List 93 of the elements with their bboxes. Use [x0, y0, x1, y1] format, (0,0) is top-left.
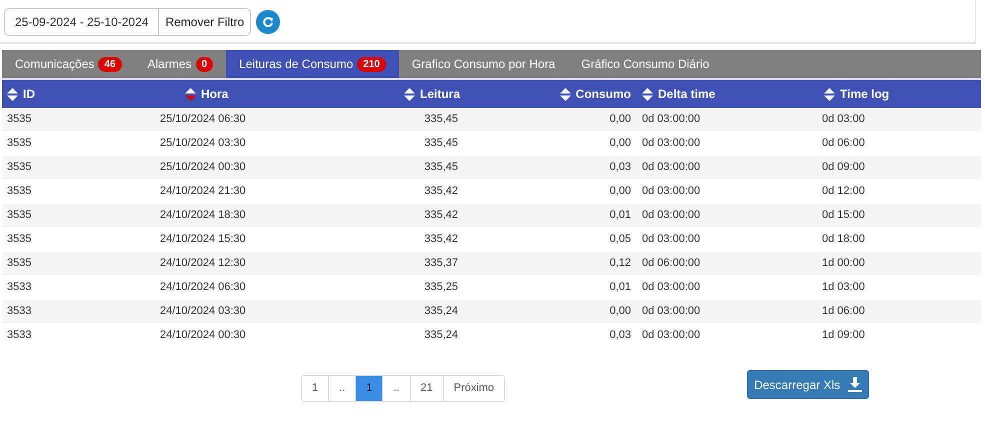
- table-cell: 25/10/2024 03:30: [160, 137, 246, 150]
- table-cell: 3535: [7, 257, 32, 270]
- tab-label[interactable]: Gráfico Consumo Diário: [581, 55, 710, 73]
- table-cell: 335,42: [424, 185, 458, 198]
- page-button[interactable]: Próximo: [442, 376, 504, 401]
- sort-icon[interactable]: [642, 88, 653, 100]
- sort-icon[interactable]: [824, 88, 835, 100]
- table-cell: 0,05: [610, 233, 631, 246]
- table-cell: 3535: [7, 113, 32, 126]
- table-cell: 0d 03:00:00: [642, 281, 700, 294]
- column-header[interactable]: Hora: [201, 85, 228, 103]
- table-cell: 0,00: [610, 305, 631, 318]
- table-cell: 24/10/2024 00:30: [160, 329, 246, 342]
- column-header[interactable]: ID: [23, 85, 35, 103]
- tab-label[interactable]: Grafico Consumo por Hora: [412, 55, 556, 73]
- tab[interactable]: Grafico Consumo por Hora: [398, 50, 568, 78]
- column-header[interactable]: Leitura: [420, 85, 460, 103]
- table-cell: 1d 09:00: [822, 329, 865, 342]
- table-cell: 0d 03:00:00: [642, 233, 700, 246]
- table-cell: 0,12: [610, 257, 631, 270]
- table-cell: 0,01: [610, 281, 631, 294]
- sort-icon[interactable]: [7, 88, 18, 100]
- table-cell: 0d 03:00:00: [642, 113, 700, 126]
- table-cell: 0d 03:00:00: [642, 329, 700, 342]
- table-cell: 0,01: [610, 209, 631, 222]
- table-cell: 0,00: [610, 185, 631, 198]
- column-header[interactable]: Consumo: [576, 85, 631, 103]
- table-cell: 3533: [7, 281, 32, 294]
- tab[interactable]: Comunicações 46: [2, 50, 134, 78]
- table-cell: 335,42: [424, 209, 458, 222]
- table-cell: 0d 06:00: [822, 137, 865, 150]
- date-range-field[interactable]: 25-09-2024 - 25-10-2024: [4, 8, 160, 36]
- table-cell: 3533: [7, 329, 32, 342]
- table-cell: 24/10/2024 18:30: [160, 209, 246, 222]
- table-cell: 1d 06:00: [822, 305, 865, 318]
- table-cell: 0d 03:00:00: [642, 185, 700, 198]
- table-cell: 0d 15:00: [822, 209, 865, 222]
- table-cell: 3535: [7, 185, 32, 198]
- table-cell: 0,00: [610, 113, 631, 126]
- count-badge: 0: [196, 56, 214, 72]
- table-cell: 0,00: [610, 137, 631, 150]
- download-icon: [848, 376, 862, 392]
- sort-icon[interactable]: [404, 88, 415, 100]
- table-cell: 0,03: [610, 161, 631, 174]
- table-cell: 3533: [7, 305, 32, 318]
- table-cell: 25/10/2024 06:30: [160, 113, 246, 126]
- table-cell: 1d 03:00: [822, 281, 865, 294]
- table-cell: 335,25: [424, 281, 458, 294]
- sort-icon[interactable]: [560, 88, 571, 100]
- remove-filter-button[interactable]: Remover Filtro: [159, 8, 252, 36]
- table-cell: 24/10/2024 03:30: [160, 305, 246, 318]
- table-cell: 0d 03:00:00: [642, 137, 700, 150]
- sort-icon[interactable]: [185, 88, 196, 100]
- table-cell: 335,45: [424, 113, 458, 126]
- column-header[interactable]: Time log: [840, 85, 890, 103]
- table-cell: 0d 06:00:00: [642, 257, 700, 270]
- table-cell: 335,24: [424, 329, 458, 342]
- tab[interactable]: Alarmes 0: [134, 50, 226, 78]
- table-cell: 3535: [7, 209, 32, 222]
- table-cell: 0d 18:00: [822, 233, 865, 246]
- table-cell: 335,45: [424, 137, 458, 150]
- table-cell: 0d 09:00: [822, 161, 865, 174]
- tab-label[interactable]: Alarmes: [148, 55, 192, 73]
- table-cell: 24/10/2024 15:30: [160, 233, 246, 246]
- tab-label[interactable]: Leituras de Consumo: [239, 55, 354, 73]
- table-cell: 0,03: [610, 329, 631, 342]
- table-cell: 0d 03:00:00: [642, 161, 700, 174]
- refresh-button[interactable]: [256, 10, 280, 34]
- table-cell: 0d 03:00:00: [642, 305, 700, 318]
- table-cell: 3535: [7, 137, 32, 150]
- table-cell: 25/10/2024 00:30: [160, 161, 246, 174]
- table-cell: 3535: [7, 233, 32, 246]
- table-cell: 24/10/2024 06:30: [160, 281, 246, 294]
- page-button[interactable]: 1: [355, 376, 382, 401]
- table-cell: 0d 03:00:00: [642, 209, 700, 222]
- table-cell: 1d 00:00: [822, 257, 865, 270]
- table-cell: 0d 03:00: [822, 113, 865, 126]
- table-cell: 24/10/2024 12:30: [160, 257, 246, 270]
- table-cell: 3535: [7, 161, 32, 174]
- count-badge: 46: [98, 56, 122, 72]
- table-cell: 335,24: [424, 305, 458, 318]
- tab[interactable]: Gráfico Consumo Diário: [568, 50, 722, 78]
- refresh-icon: [262, 16, 274, 28]
- table-cell: 335,42: [424, 233, 458, 246]
- download-button[interactable]: Descarregar Xls: [747, 370, 870, 399]
- tab-label[interactable]: Comunicações: [15, 55, 94, 73]
- column-header[interactable]: Delta time: [658, 85, 716, 103]
- table-cell: 335,37: [424, 257, 458, 270]
- table-cell: 335,45: [424, 161, 458, 174]
- table-cell: 24/10/2024 21:30: [160, 185, 246, 198]
- tab[interactable]: Leituras de Consumo 210: [226, 50, 399, 78]
- table-cell: 0d 12:00: [822, 185, 865, 198]
- count-badge: 210: [357, 56, 386, 72]
